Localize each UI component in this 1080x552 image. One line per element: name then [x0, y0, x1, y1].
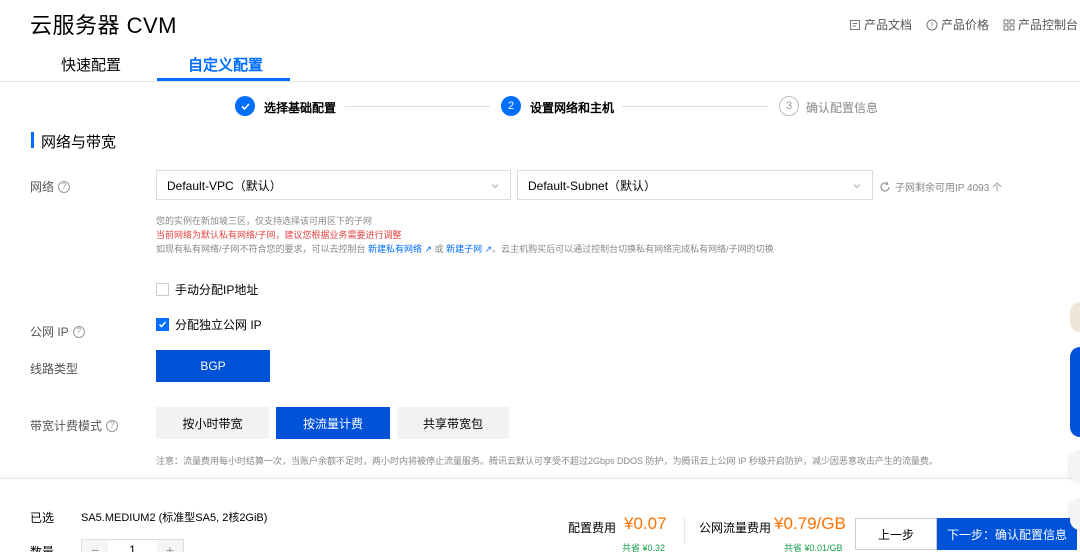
product-price-label: 产品价格	[940, 18, 989, 32]
public-ip-label: 公网 IP	[30, 325, 69, 339]
refresh-icon[interactable]	[879, 181, 891, 193]
bgp-button[interactable]: BGP	[156, 350, 270, 382]
subnet-select-value: Default-Subnet（默认）	[528, 178, 657, 193]
step-connector-1	[345, 106, 490, 107]
network-create-note: 如现有私有网络/子网不符合您的要求，可以去控制台 新建私有网络 ↗ 或 新建子网…	[156, 242, 774, 255]
network-note-suffix: 。云主机购买后可以通过控制台切换私有网络完成私有网络/子网的切换	[492, 244, 774, 254]
product-console-link[interactable]: 产品控制台	[1003, 16, 1078, 33]
product-price-link[interactable]: ? 产品价格	[926, 16, 989, 33]
network-label-row: 网络 ?	[30, 178, 71, 195]
billing-mode-label-row: 带宽计费模式 ?	[30, 417, 119, 434]
step-3-label: 确认配置信息	[806, 101, 879, 115]
create-vpc-link[interactable]: 新建私有网络	[368, 244, 422, 254]
billing-traffic-button[interactable]: 按流量计费	[276, 407, 390, 439]
network-label: 网络	[30, 180, 55, 194]
billing-hourly-bandwidth-button[interactable]: 按小时带宽	[156, 407, 269, 439]
billing-help-icon[interactable]: ?	[106, 419, 119, 432]
step-2-number: 2	[501, 96, 521, 116]
traffic-fee-label: 公网流量费用	[699, 521, 772, 535]
public-ip-checkbox[interactable]: 分配独立公网 IP	[156, 316, 262, 333]
cvm-purchase-page: 云服务器 CVM 产品文档 ? 产品价格 产品控制台 快速配置 自定义配置 选择…	[0, 0, 1080, 552]
line-type-label-text: 线路类型	[30, 362, 79, 376]
chevron-down-icon	[491, 184, 499, 189]
checkbox-unchecked[interactable]	[156, 283, 169, 296]
config-fee-value: ¥0.07	[624, 514, 667, 533]
section-title: 网络与带宽	[41, 134, 117, 151]
help-circle-icon: ?	[926, 19, 938, 30]
section-accent-bar	[31, 132, 34, 148]
step-3-number: 3	[779, 96, 799, 116]
grid-icon	[1003, 19, 1015, 30]
public-ip-help-icon[interactable]: ?	[72, 325, 85, 338]
price-divider	[684, 518, 685, 544]
selected-instance: SA5.MEDIUM2 (标准型SA5, 2核2GiB)	[81, 512, 268, 524]
svg-text:?: ?	[930, 21, 934, 29]
tab-divider	[0, 81, 1080, 82]
assistant-avatar-icon[interactable]	[1070, 302, 1080, 332]
create-subnet-link[interactable]: 新建子网	[446, 244, 482, 254]
available-ip-text: 子网剩余可用IP 4093 个	[895, 183, 1003, 194]
billing-note: 注意：流量费用每小时结算一次，当账户余额不足时，两小时内将被停止流量服务。腾讯云…	[156, 456, 938, 466]
step-1-label: 选择基础配置	[264, 101, 337, 115]
subnet-select[interactable]: Default-Subnet（默认）	[517, 170, 873, 200]
network-help-icon[interactable]: ?	[58, 180, 71, 193]
line-type-label: 线路类型	[30, 360, 78, 377]
doc-icon	[849, 19, 860, 30]
tab-custom-config[interactable]: 自定义配置	[188, 54, 263, 75]
zone-note: 您的实例在新加坡三区，仅支持选择该可用区下的子网	[156, 216, 373, 226]
page-title: 云服务器 CVM	[30, 13, 178, 38]
public-ip-label-row: 公网 IP ?	[30, 323, 85, 340]
step-connector-2	[622, 106, 768, 107]
traffic-fee-saving: 共省 ¥0.01/GB	[784, 543, 843, 552]
selected-label: 已选	[30, 511, 55, 525]
external-link-icon: ↗	[422, 244, 433, 254]
product-docs-link[interactable]: 产品文档	[849, 16, 912, 33]
manual-ip-checkbox[interactable]: 手动分配IP地址	[156, 281, 258, 298]
network-note-prefix: 如现有私有网络/子网不符合您的要求，可以去控制台	[156, 244, 369, 254]
floating-contact-tab[interactable]	[1070, 347, 1080, 437]
quantity-increase-button[interactable]: +	[157, 540, 183, 552]
chevron-down-icon	[853, 184, 861, 189]
top-links: 产品文档 ? 产品价格 产品控制台	[849, 16, 1078, 33]
next-step-button[interactable]: 下一步：确认配置信息	[937, 518, 1077, 550]
product-docs-label: 产品文档	[863, 18, 912, 32]
checkbox-checked-icon[interactable]	[156, 318, 169, 331]
quantity-decrease-button[interactable]: −	[82, 540, 108, 552]
billing-shared-bandwidth-button[interactable]: 共享带宽包	[397, 407, 509, 439]
vpc-select[interactable]: Default-VPC（默认）	[156, 170, 511, 200]
floating-tool-button[interactable]	[1070, 452, 1080, 482]
step-2-label: 设置网络和主机	[530, 101, 615, 115]
config-fee-saving: 共省 ¥0.32	[622, 543, 666, 552]
billing-mode-label: 带宽计费模式	[30, 419, 103, 433]
quantity-value[interactable]: 1	[108, 540, 157, 552]
default-network-warning: 当前网络为默认私有网络/子网，建议您根据业务需要进行调整	[156, 230, 402, 240]
step-1-check-icon	[235, 96, 255, 116]
config-fee-label: 配置费用	[568, 521, 617, 535]
traffic-fee-value: ¥0.79/GB	[774, 514, 846, 533]
public-ip-option-label: 分配独立公网 IP	[175, 318, 262, 332]
previous-step-button[interactable]: 上一步	[855, 518, 937, 550]
floating-tool-button-2[interactable]	[1070, 500, 1080, 530]
network-note-or: 或	[432, 244, 447, 254]
manual-ip-label: 手动分配IP地址	[175, 283, 259, 297]
quantity-label: 数量	[30, 545, 55, 552]
external-link-icon: ↗	[482, 244, 493, 254]
tab-quick-config[interactable]: 快速配置	[61, 54, 121, 75]
subnet-available-ips: 子网剩余可用IP 4093 个	[879, 179, 1002, 194]
product-console-label: 产品控制台	[1017, 18, 1078, 32]
quantity-stepper: − 1 +	[81, 539, 184, 552]
vpc-select-value: Default-VPC（默认）	[167, 178, 282, 193]
